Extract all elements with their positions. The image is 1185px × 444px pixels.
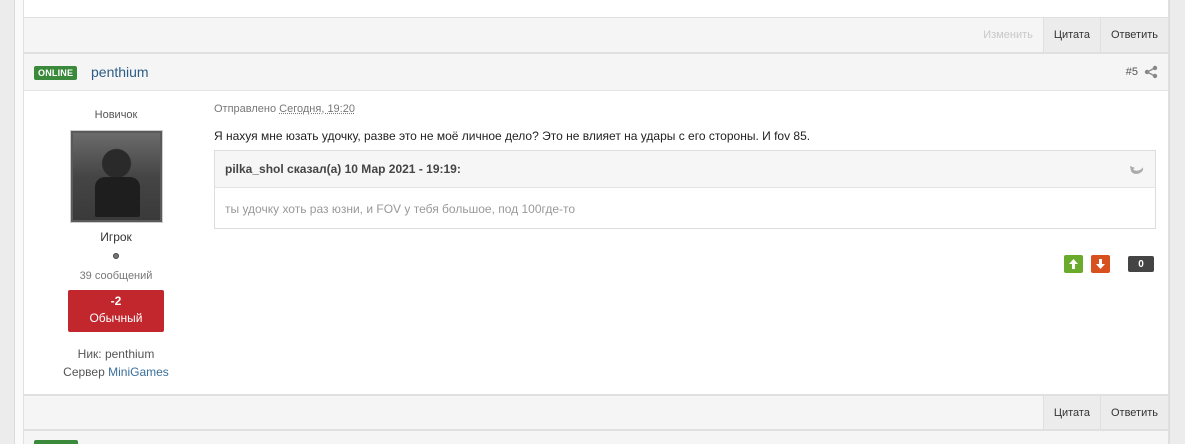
nickname-field: Ник: penthium	[77, 347, 155, 361]
avatar[interactable]	[70, 130, 163, 223]
quote-button[interactable]: Цитата	[1042, 18, 1100, 52]
next-online-badge	[34, 440, 78, 444]
reply-button[interactable]: Ответить	[1099, 396, 1168, 429]
post-body: Я нахуя мне юзать удочку, разве это не м…	[214, 129, 811, 143]
quote-jump-icon[interactable]	[1129, 162, 1145, 176]
vote-up-button[interactable]	[1064, 255, 1083, 273]
topic-column: Изменить Цитата Ответить ONLINE penthium…	[14, 0, 1170, 444]
page-background-left	[0, 0, 14, 444]
post-header: ONLINE penthium #5	[24, 54, 1168, 91]
quote-body: ты удочку хоть раз юзни, и FOV у тебя бо…	[225, 202, 576, 216]
reputation-label: Обычный	[89, 311, 143, 325]
server-label: Сервер	[63, 365, 105, 379]
vote-controls: 0	[1064, 255, 1154, 273]
edit-button[interactable]: Изменить	[973, 18, 1043, 52]
post-controls: Цитата Ответить	[23, 395, 1169, 430]
reply-button[interactable]: Ответить	[1099, 18, 1168, 52]
post-date: Сегодня, 19:20	[279, 103, 355, 115]
next-post-header	[23, 430, 1169, 444]
vote-down-button[interactable]	[1091, 255, 1110, 273]
online-badge: ONLINE	[34, 66, 78, 80]
reputation-badge: -2 Обычный	[68, 290, 164, 332]
reputation-value: -2	[110, 294, 122, 308]
quote-button[interactable]: Цитата	[1042, 396, 1100, 429]
posts-count: 39 сообщений	[79, 270, 153, 282]
share-icon[interactable]	[1144, 65, 1158, 79]
vote-count: 0	[1128, 256, 1154, 272]
server-field: Сервер MiniGames	[24, 365, 208, 379]
arrow-up-icon	[1069, 259, 1078, 269]
post: ONLINE penthium #5 Новичок Игрок 39 сооб…	[23, 53, 1169, 395]
post-meta-prefix: Отправлено	[214, 103, 277, 115]
post-meta: Отправлено Сегодня, 19:20	[214, 103, 355, 115]
avatar-image	[73, 133, 160, 220]
server-name: MiniGames	[108, 365, 169, 379]
avatar-figure	[95, 177, 140, 217]
user-group: Игрок	[100, 230, 132, 244]
author-name-link[interactable]: penthium	[91, 64, 149, 80]
post-number-link[interactable]: #5	[1126, 66, 1138, 78]
page-background-right	[1171, 0, 1185, 444]
previous-post-controls: Изменить Цитата Ответить	[23, 18, 1169, 53]
quote-citation: pilka_shol сказал(а) 10 Мар 2021 - 19:19…	[225, 162, 461, 176]
group-pip-icon	[113, 253, 119, 259]
arrow-down-icon	[1096, 259, 1105, 269]
quote-header: pilka_shol сказал(а) 10 Мар 2021 - 19:19…	[215, 151, 1155, 188]
quote-block: pilka_shol сказал(а) 10 Мар 2021 - 19:19…	[214, 150, 1156, 229]
rank-title: Новичок	[94, 109, 138, 121]
previous-post-tail	[23, 0, 1169, 18]
